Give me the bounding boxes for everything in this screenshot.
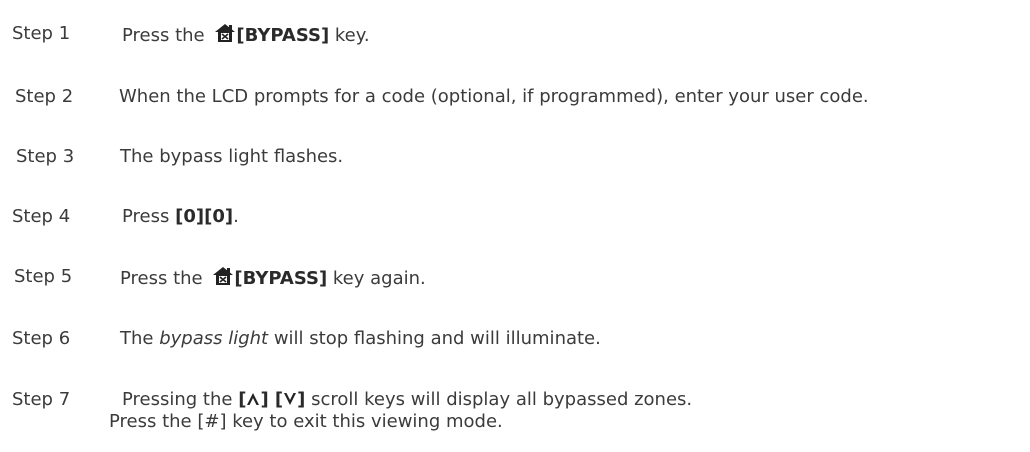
text-part: . bbox=[233, 206, 239, 227]
zero-keys: [0][0] bbox=[175, 206, 234, 227]
step-text: Press [0][0]. bbox=[122, 206, 239, 228]
scroll-keys: [] [] bbox=[238, 389, 305, 410]
text-part: The bbox=[120, 328, 160, 349]
text-part: key. bbox=[329, 25, 370, 46]
bracket: [ bbox=[238, 389, 247, 410]
step-label: Step 2 bbox=[15, 86, 74, 107]
scroll-down-arrow-icon bbox=[283, 391, 297, 407]
text-part: Press the bbox=[122, 25, 211, 46]
text-part: Press the bbox=[120, 268, 209, 289]
bypass-light-emphasis: bypass light bbox=[159, 328, 269, 349]
text-part: will stop flashing and will illuminate. bbox=[268, 328, 601, 349]
text-part: Press bbox=[122, 206, 176, 227]
step-7-continuation: Press the [#] key to exit this viewing m… bbox=[109, 411, 503, 432]
text-part: key again. bbox=[327, 268, 426, 289]
step-label: Step 1 bbox=[12, 23, 71, 44]
step-label: Step 3 bbox=[16, 146, 75, 167]
bypass-key: [BYPASS] bbox=[236, 25, 330, 46]
text-part: Pressing the bbox=[122, 389, 239, 410]
step-label: Step 5 bbox=[14, 266, 73, 287]
step-text: Pressing the [] [] scroll keys will disp… bbox=[122, 389, 692, 411]
bypass-key: [BYPASS] bbox=[234, 268, 328, 289]
house-bypass-icon bbox=[212, 266, 234, 286]
step-text: When the LCD prompts for a code (optiona… bbox=[119, 86, 869, 107]
step-text: The bypass light flashes. bbox=[120, 146, 344, 167]
step-text: The bypass light will stop flashing and … bbox=[120, 328, 601, 350]
step-text: Press the [BYPASS] key again. bbox=[120, 266, 426, 290]
scroll-up-arrow-icon bbox=[246, 391, 260, 407]
house-bypass-icon bbox=[214, 23, 236, 43]
text-part: scroll keys will display all bypassed zo… bbox=[305, 389, 693, 410]
step-label: Step 4 bbox=[12, 206, 71, 227]
step-label: Step 6 bbox=[12, 328, 71, 349]
step-label: Step 7 bbox=[12, 389, 71, 410]
step-text: Press the [BYPASS] key. bbox=[122, 23, 370, 47]
bracket: ] [ bbox=[260, 389, 284, 410]
